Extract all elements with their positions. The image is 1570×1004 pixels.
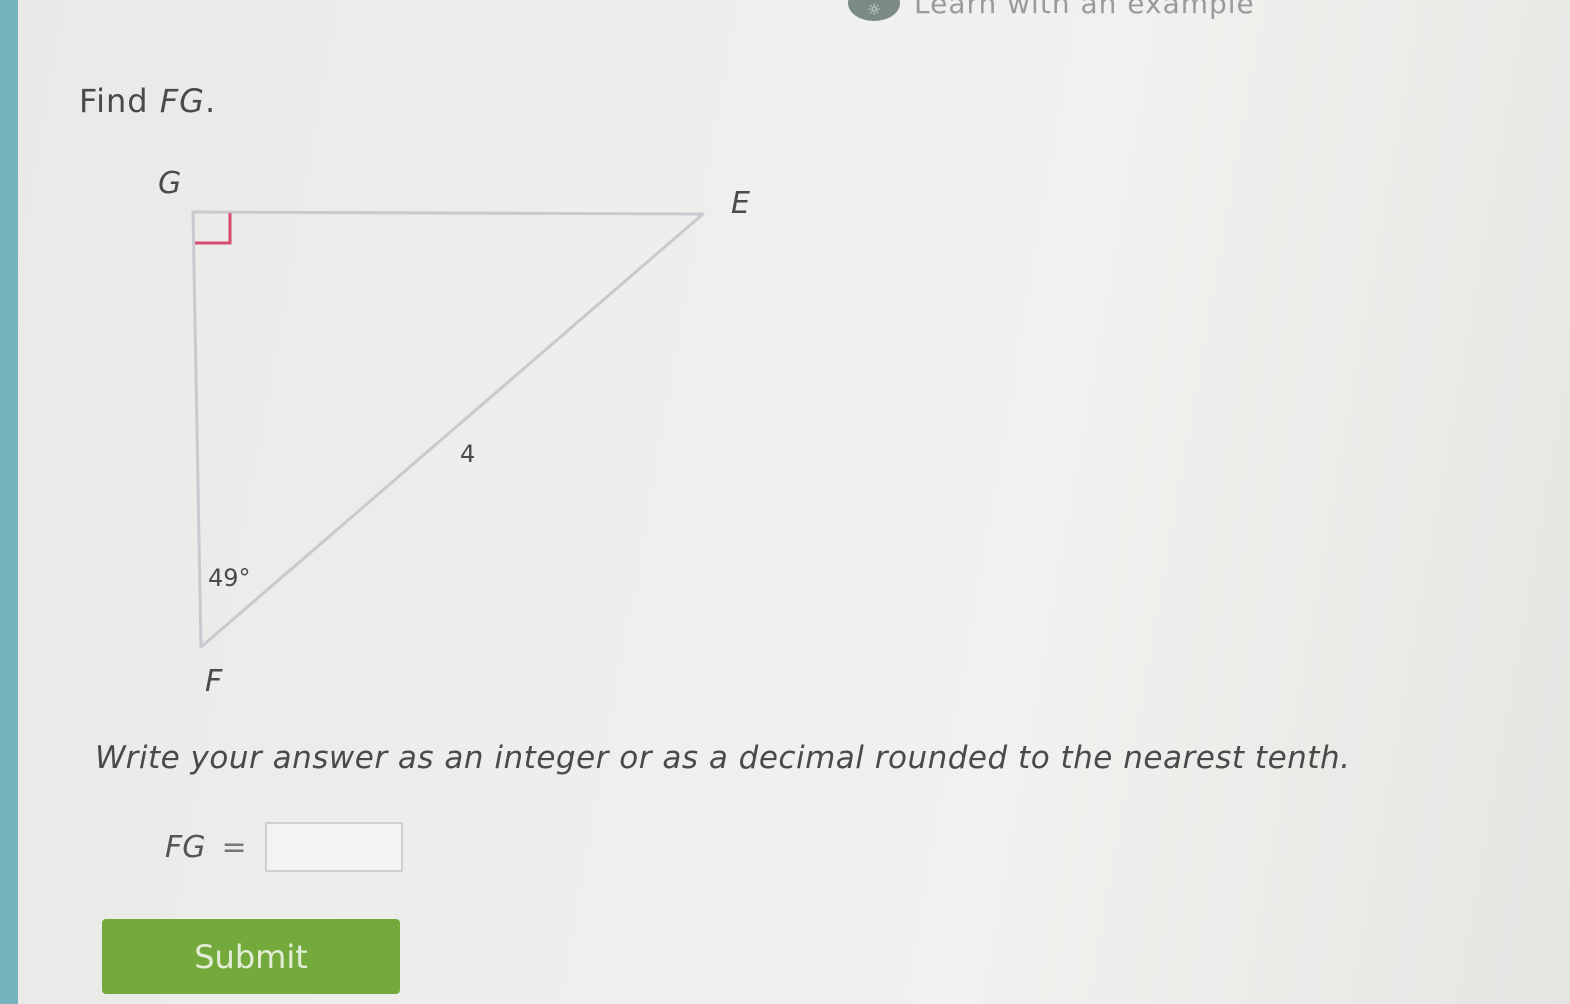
- answer-label: FG: [165, 829, 206, 865]
- right-angle-marker: [195, 213, 232, 245]
- submit-button[interactable]: Submit: [102, 919, 400, 994]
- triangle-shape: [191, 210, 705, 649]
- angle-label: 49°: [208, 564, 251, 592]
- vertex-label-e: E: [731, 186, 750, 221]
- answer-row: FG =: [165, 822, 403, 872]
- instruction-text: Write your answer as an integer or as a …: [95, 740, 1351, 776]
- triangle-diagram: [191, 210, 705, 649]
- side-length-label: 4: [460, 440, 476, 468]
- vertex-label-f: F: [205, 664, 223, 699]
- answer-input[interactable]: [264, 822, 403, 872]
- equals-sign: =: [221, 829, 247, 865]
- vertex-label-g: G: [158, 166, 182, 201]
